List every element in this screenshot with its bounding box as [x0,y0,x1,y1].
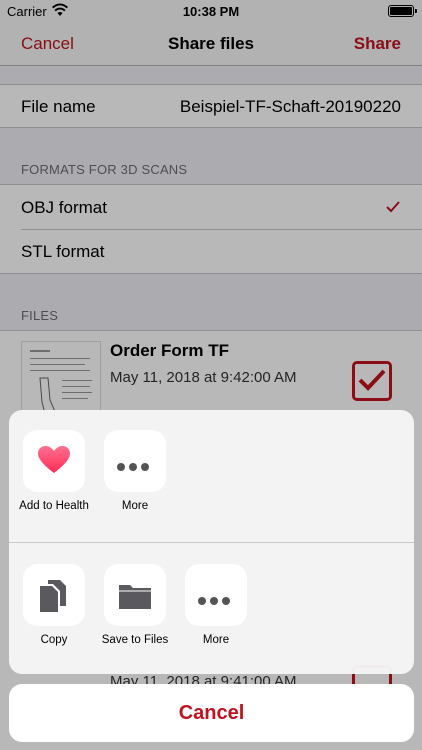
more-icon [104,430,166,492]
share-sheet-cancel-button[interactable]: Cancel [9,684,414,742]
copy-button[interactable]: Copy [14,564,94,647]
more-actions-button[interactable]: More [176,564,256,647]
share-sheet: Add to Health More Copy Save to Files Mo… [9,410,414,674]
heart-icon [23,430,85,492]
action-label: More [202,634,230,646]
divider [9,542,414,543]
share-actions-row: Copy Save to Files More [9,564,414,664]
more-apps-button[interactable]: More [95,430,175,513]
folder-icon [104,564,166,626]
more-icon [185,564,247,626]
action-label: Copy [40,634,68,646]
copy-icon [23,564,85,626]
add-to-health-button[interactable]: Add to Health [14,430,94,513]
app-label: More [121,500,149,512]
save-to-files-button[interactable]: Save to Files [95,564,175,647]
app-label: Add to Health [19,500,89,512]
action-label: Save to Files [101,634,169,646]
share-apps-row: Add to Health More [9,430,414,542]
